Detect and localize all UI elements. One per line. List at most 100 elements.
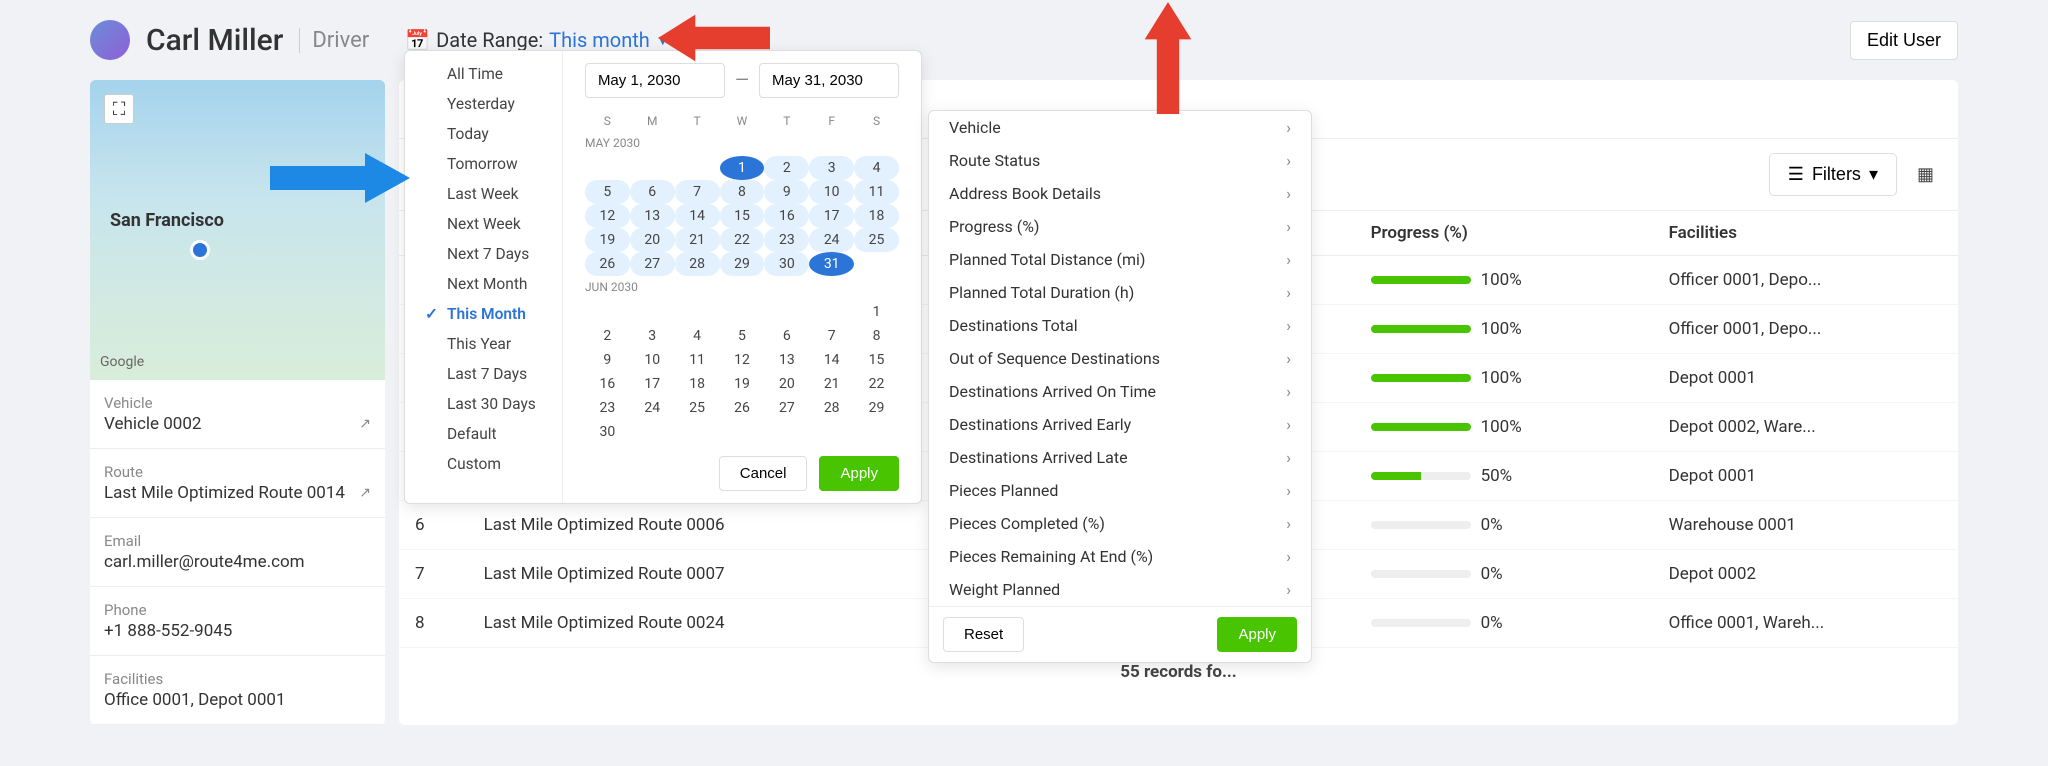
cal-day[interactable]: 30 xyxy=(585,420,630,444)
filters-button[interactable]: ☰ Filters ▾ xyxy=(1769,153,1897,196)
cal-day[interactable]: 24 xyxy=(809,228,854,252)
cal-day[interactable]: 2 xyxy=(585,324,630,348)
cal-day[interactable]: 26 xyxy=(585,252,630,276)
filter-destinations-arrived-on-time[interactable]: Destinations Arrived On Time› xyxy=(929,375,1311,408)
filter-weight-planned[interactable]: Weight Planned› xyxy=(929,573,1311,606)
filter-vehicle[interactable]: Vehicle› xyxy=(929,111,1311,144)
preset-last-30-days[interactable]: Last 30 Days xyxy=(405,389,562,419)
expand-map-button[interactable]: ⛶ xyxy=(104,94,134,124)
cal-day[interactable]: 19 xyxy=(585,228,630,252)
preset-tomorrow[interactable]: Tomorrow xyxy=(405,149,562,179)
cal-day[interactable]: 16 xyxy=(585,372,630,396)
preset-this-year[interactable]: This Year xyxy=(405,329,562,359)
cal-day[interactable]: 28 xyxy=(809,396,854,420)
filter-route-status[interactable]: Route Status› xyxy=(929,144,1311,177)
cal-day[interactable]: 4 xyxy=(675,324,720,348)
cal-day[interactable]: 28 xyxy=(675,252,720,276)
preset-custom[interactable]: Custom xyxy=(405,449,562,479)
filter-pieces-remaining-at-end-[interactable]: Pieces Remaining At End (%)› xyxy=(929,540,1311,573)
cal-day[interactable]: 21 xyxy=(809,372,854,396)
cal-day[interactable]: 5 xyxy=(720,324,765,348)
filter-planned-total-duration-h-[interactable]: Planned Total Duration (h)› xyxy=(929,276,1311,309)
cal-day[interactable]: 20 xyxy=(630,228,675,252)
preset-all-time[interactable]: All Time xyxy=(405,59,562,89)
cal-day[interactable]: 22 xyxy=(720,228,765,252)
preset-default[interactable]: Default xyxy=(405,419,562,449)
apply-filters-button[interactable]: Apply xyxy=(1217,617,1297,652)
cal-day[interactable]: 4 xyxy=(854,156,899,180)
cal-day[interactable]: 11 xyxy=(854,180,899,204)
cal-day[interactable]: 16 xyxy=(764,204,809,228)
preset-last-week[interactable]: Last Week xyxy=(405,179,562,209)
filter-destinations-total[interactable]: Destinations Total› xyxy=(929,309,1311,342)
cancel-button[interactable]: Cancel xyxy=(719,456,808,491)
cal-day[interactable]: 8 xyxy=(720,180,765,204)
filter-progress-[interactable]: Progress (%)› xyxy=(929,210,1311,243)
cal-day[interactable]: 13 xyxy=(630,204,675,228)
date-from-input[interactable] xyxy=(585,63,725,98)
preset-last-7-days[interactable]: Last 7 Days xyxy=(405,359,562,389)
cal-day[interactable]: 1 xyxy=(854,300,899,324)
cal-day[interactable]: 25 xyxy=(675,396,720,420)
cal-day[interactable]: 8 xyxy=(854,324,899,348)
preset-next-month[interactable]: Next Month xyxy=(405,269,562,299)
cal-day[interactable]: 6 xyxy=(630,180,675,204)
reset-button[interactable]: Reset xyxy=(943,617,1024,652)
filter-pieces-planned[interactable]: Pieces Planned› xyxy=(929,474,1311,507)
cal-day[interactable]: 12 xyxy=(585,204,630,228)
cal-day[interactable]: 3 xyxy=(630,324,675,348)
cal-day[interactable]: 7 xyxy=(675,180,720,204)
cal-day[interactable]: 20 xyxy=(764,372,809,396)
filter-out-of-sequence-destinations[interactable]: Out of Sequence Destinations› xyxy=(929,342,1311,375)
cal-day[interactable]: 27 xyxy=(630,252,675,276)
cal-day[interactable]: 30 xyxy=(764,252,809,276)
cal-day[interactable]: 14 xyxy=(675,204,720,228)
cal-day[interactable]: 14 xyxy=(809,348,854,372)
cal-day[interactable]: 15 xyxy=(854,348,899,372)
filter-planned-total-distance-mi-[interactable]: Planned Total Distance (mi)› xyxy=(929,243,1311,276)
preset-yesterday[interactable]: Yesterday xyxy=(405,89,562,119)
filter-destinations-arrived-early[interactable]: Destinations Arrived Early› xyxy=(929,408,1311,441)
cal-day[interactable]: 29 xyxy=(720,252,765,276)
cal-day[interactable]: 3 xyxy=(809,156,854,180)
cal-day[interactable]: 26 xyxy=(720,396,765,420)
cal-day[interactable]: 17 xyxy=(630,372,675,396)
preset-next-week[interactable]: Next Week xyxy=(405,209,562,239)
cal-day[interactable]: 19 xyxy=(720,372,765,396)
preset-today[interactable]: Today xyxy=(405,119,562,149)
preset-this-month[interactable]: This Month xyxy=(405,299,562,329)
cal-day[interactable]: 7 xyxy=(809,324,854,348)
cal-day[interactable]: 18 xyxy=(675,372,720,396)
cal-day[interactable]: 2 xyxy=(764,156,809,180)
cal-day[interactable]: 15 xyxy=(720,204,765,228)
date-range-dropdown[interactable]: 📅 Date Range: This month ▼ xyxy=(405,28,669,52)
cal-day[interactable]: 9 xyxy=(764,180,809,204)
cal-day[interactable]: 17 xyxy=(809,204,854,228)
cal-day[interactable]: 9 xyxy=(585,348,630,372)
filter-destinations-arrived-late[interactable]: Destinations Arrived Late› xyxy=(929,441,1311,474)
cal-day[interactable]: 21 xyxy=(675,228,720,252)
cal-day[interactable]: 11 xyxy=(675,348,720,372)
preset-next-7-days[interactable]: Next 7 Days xyxy=(405,239,562,269)
cal-day[interactable]: 1 xyxy=(720,156,765,180)
map[interactable]: ⛶ San Francisco Google xyxy=(90,80,385,380)
cal-day[interactable]: 13 xyxy=(764,348,809,372)
cal-day[interactable]: 23 xyxy=(764,228,809,252)
filter-pieces-completed-[interactable]: Pieces Completed (%)› xyxy=(929,507,1311,540)
column-view-icon[interactable]: ▦ xyxy=(1917,164,1934,185)
filter-address-book-details[interactable]: Address Book Details› xyxy=(929,177,1311,210)
cal-day[interactable]: 10 xyxy=(630,348,675,372)
external-link-icon[interactable]: ↗ xyxy=(359,416,371,432)
cal-day[interactable]: 31 xyxy=(809,252,854,276)
cal-day[interactable]: 25 xyxy=(854,228,899,252)
date-to-input[interactable] xyxy=(759,63,899,98)
cal-day[interactable]: 24 xyxy=(630,396,675,420)
cal-day[interactable]: 18 xyxy=(854,204,899,228)
cal-day[interactable]: 23 xyxy=(585,396,630,420)
cal-day[interactable]: 29 xyxy=(854,396,899,420)
apply-button[interactable]: Apply xyxy=(819,456,899,491)
cal-day[interactable]: 5 xyxy=(585,180,630,204)
external-link-icon[interactable]: ↗ xyxy=(359,485,371,501)
cal-day[interactable]: 12 xyxy=(720,348,765,372)
cal-day[interactable]: 27 xyxy=(764,396,809,420)
